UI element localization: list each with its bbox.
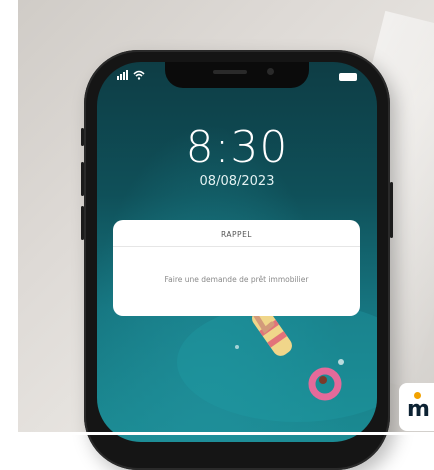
mute-switch bbox=[81, 128, 84, 146]
volume-down-button bbox=[81, 206, 84, 240]
status-bar-left bbox=[117, 70, 145, 80]
volume-up-button bbox=[81, 162, 84, 196]
speaker-grille bbox=[213, 70, 247, 74]
logo-letter: m bbox=[407, 397, 430, 422]
power-button bbox=[390, 182, 393, 238]
wifi-icon bbox=[133, 70, 145, 80]
front-camera bbox=[267, 68, 274, 75]
lock-screen-date: 08/08/2023 bbox=[199, 174, 275, 189]
notification-divider bbox=[113, 246, 360, 247]
phone-notch bbox=[165, 62, 309, 88]
reminder-notification[interactable]: RAPPEL Faire une demande de prêt immobil… bbox=[113, 220, 360, 316]
signal-bars-icon bbox=[117, 70, 128, 80]
notification-body: Faire une demande de prêt immobilier bbox=[164, 275, 309, 284]
lock-screen-time: 8:30 bbox=[185, 122, 289, 173]
lock-screen: 8:30 08/08/2023 RAPPEL Faire une demande… bbox=[97, 62, 377, 442]
left-border bbox=[0, 0, 18, 435]
notification-title: RAPPEL bbox=[220, 230, 252, 239]
battery-icon bbox=[339, 73, 357, 81]
brand-logo: m bbox=[399, 383, 434, 431]
